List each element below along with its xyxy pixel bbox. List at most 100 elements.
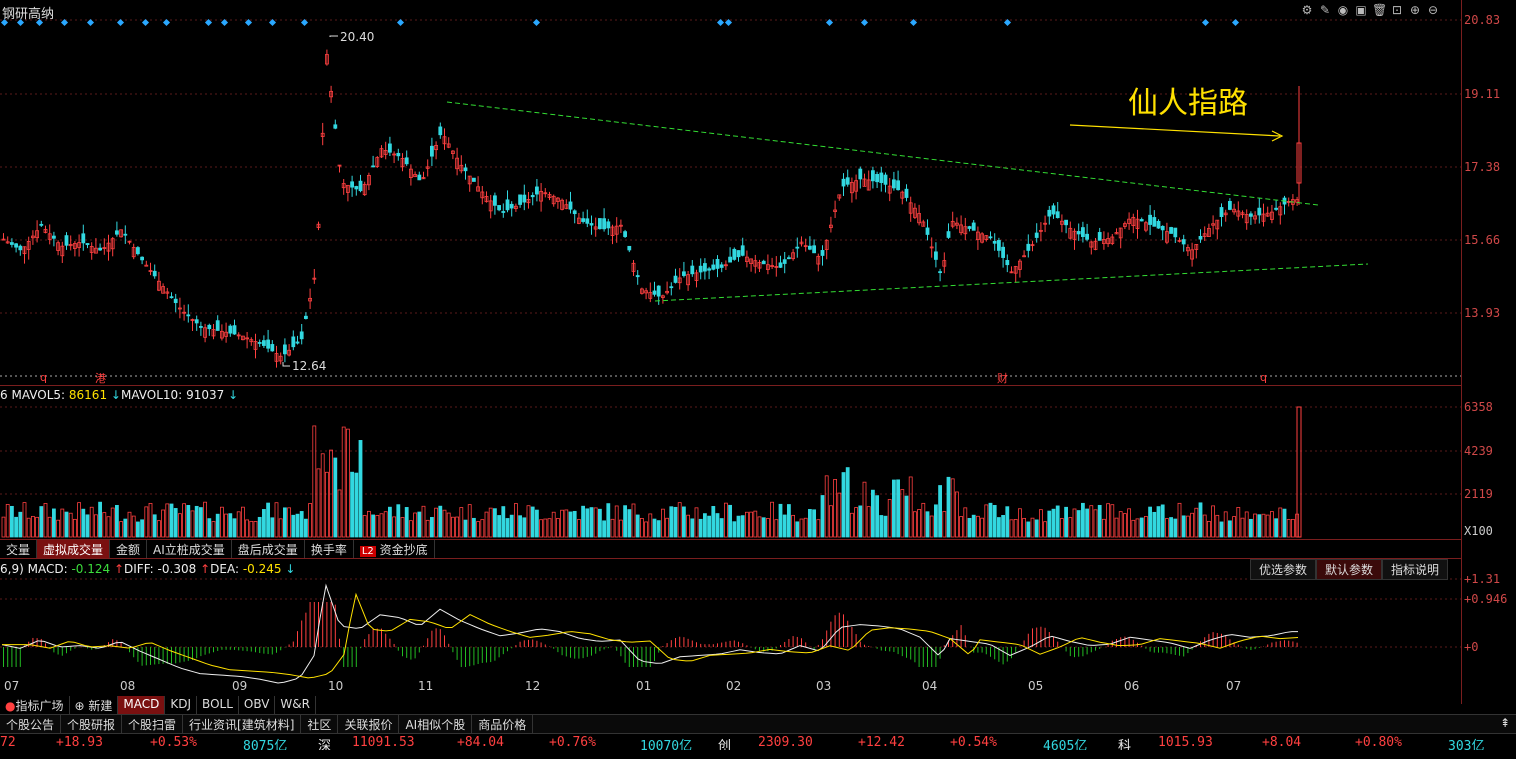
- macd-prefix: 6,9): [0, 562, 24, 576]
- volume-bar: [278, 518, 283, 538]
- tab-announcement[interactable]: 个股公告: [0, 715, 62, 733]
- volume-bar: [1076, 510, 1081, 538]
- volume-bar: [892, 479, 896, 538]
- macd-label: MACD:: [27, 562, 68, 576]
- event-marker[interactable]: 港: [95, 370, 106, 386]
- volume-bar: [568, 511, 573, 538]
- tab-virtual-volume[interactable]: 虚拟成交量: [37, 540, 111, 558]
- event-marker[interactable]: 财: [997, 370, 1008, 386]
- volume-bar: [446, 512, 451, 538]
- volume-bar: [215, 513, 220, 538]
- volume-bar: [240, 506, 245, 538]
- tab-ai-similar[interactable]: AI相似个股: [399, 715, 473, 733]
- tab-boll[interactable]: BOLL: [197, 696, 239, 714]
- volume-bar: [182, 503, 187, 538]
- tab-macd[interactable]: MACD: [118, 696, 166, 714]
- volume-bar: [988, 502, 993, 538]
- volume-bar: [1043, 521, 1047, 538]
- tab-obv[interactable]: OBV: [239, 696, 276, 714]
- volume-bar: [1127, 508, 1131, 538]
- news-marquee[interactable]: [0, 750, 1516, 759]
- tab-after-hours-volume[interactable]: 盘后成交量: [232, 540, 305, 558]
- volume-bar: [1118, 511, 1123, 538]
- volume-bar: [35, 516, 39, 538]
- signal-diamond[interactable]: [162, 18, 171, 27]
- indicator-help-button[interactable]: 指标说明: [1382, 559, 1449, 580]
- tab-industry-news[interactable]: 行业资讯[建筑材料]: [183, 715, 302, 733]
- candle-body: [501, 211, 506, 213]
- volume-bar: [152, 514, 157, 538]
- candle-body: [85, 243, 90, 246]
- signal-diamond[interactable]: [1201, 18, 1210, 27]
- volume-bar: [535, 509, 539, 538]
- volume-bar: [690, 518, 695, 538]
- candle-body: [1064, 219, 1068, 226]
- tab-risk-scan[interactable]: 个股扫雷: [122, 715, 184, 733]
- volume-bar: [236, 511, 241, 538]
- volume-bar: [190, 510, 195, 538]
- signal-diamond[interactable]: [716, 18, 725, 27]
- volume-bar: [812, 509, 816, 538]
- candle-body: [967, 226, 972, 229]
- volume-bar: [770, 501, 774, 538]
- event-marker[interactable]: q: [40, 371, 47, 384]
- signal-diamond[interactable]: [141, 18, 150, 27]
- candle-body: [682, 271, 686, 276]
- volume-bar: [1, 516, 6, 538]
- tab-related-quotes[interactable]: 关联报价: [338, 715, 400, 733]
- default-params-button[interactable]: 默认参数: [1316, 559, 1383, 580]
- volume-bar: [198, 507, 203, 538]
- preferred-params-button[interactable]: 优选参数: [1250, 559, 1317, 580]
- tab-research[interactable]: 个股研报: [61, 715, 123, 733]
- volume-tick: 6358: [1464, 400, 1493, 414]
- candle-body: [207, 324, 212, 330]
- indicator-plaza-label: 指标广场: [15, 699, 64, 713]
- signal-diamond[interactable]: [1231, 18, 1240, 27]
- volume-bar: [593, 507, 598, 538]
- volume-bar: [211, 521, 216, 538]
- month-label: 01: [636, 679, 652, 693]
- tab-ai-volume[interactable]: AI立桩成交量: [147, 540, 232, 558]
- volume-bar: [1085, 508, 1089, 538]
- candle-body: [39, 223, 44, 226]
- volume-bar: [627, 509, 632, 538]
- tab-kdj[interactable]: KDJ: [165, 696, 198, 714]
- tab-volume[interactable]: 交量: [0, 540, 38, 558]
- volume-bar: [64, 511, 69, 538]
- volume-bar: [232, 518, 237, 538]
- new-indicator-tab[interactable]: ⊕ 新建: [70, 696, 119, 714]
- expand-up-icon[interactable]: ⇞: [1494, 715, 1516, 733]
- candle-body: [1249, 213, 1253, 217]
- signal-diamond[interactable]: [86, 18, 95, 27]
- volume-bar: [913, 511, 917, 538]
- volume-bar: [1291, 518, 1295, 538]
- volume-bar: [1034, 519, 1039, 538]
- volume-bar: [1236, 507, 1241, 538]
- volume-bar: [497, 515, 502, 538]
- volume-tick: 2119: [1464, 487, 1493, 501]
- indicator-plaza-tab[interactable]: ●指标广场: [0, 696, 70, 714]
- event-marker[interactable]: q: [1260, 371, 1267, 384]
- idx3-value: 2309.30: [758, 735, 813, 750]
- candle-body: [186, 314, 191, 317]
- tab-community[interactable]: 社区: [301, 715, 339, 733]
- volume-bar: [471, 517, 476, 538]
- signal-diamond[interactable]: [532, 18, 541, 27]
- volume-bar: [845, 467, 850, 538]
- tab-fund-bottom[interactable]: L2 资金抄底: [354, 540, 435, 558]
- volume-bar: [207, 518, 212, 538]
- volume-bar: [224, 513, 229, 538]
- tab-turnover[interactable]: 换手率: [305, 540, 354, 558]
- volume-bar: [1198, 502, 1203, 538]
- volume-bar: [749, 511, 753, 538]
- signal-diamond[interactable]: [116, 18, 125, 27]
- candle-body: [988, 236, 993, 239]
- signal-diamond[interactable]: [396, 18, 405, 27]
- volume-bar: [530, 506, 535, 538]
- tab-amount[interactable]: 金额: [110, 540, 148, 558]
- tab-wr[interactable]: W&R: [275, 696, 316, 714]
- tab-commodity-price[interactable]: 商品价格: [472, 715, 534, 733]
- volume-bar: [1173, 518, 1178, 538]
- volume-bar: [1219, 521, 1224, 538]
- signal-diamond[interactable]: [16, 18, 25, 27]
